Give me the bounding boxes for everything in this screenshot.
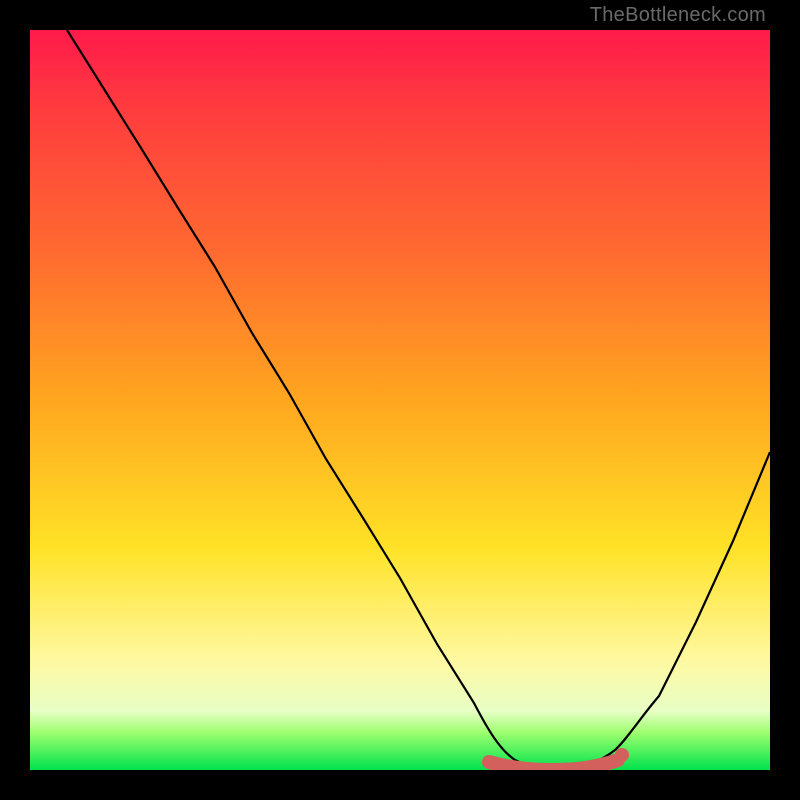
watermark-text: TheBottleneck.com: [590, 4, 766, 27]
plot-area: [30, 30, 770, 770]
bottleneck-curve: [67, 30, 770, 769]
marker-dot: [615, 748, 629, 762]
curve-svg: [30, 30, 770, 770]
chart-frame: TheBottleneck.com: [0, 0, 800, 800]
optimal-band: [489, 760, 618, 770]
